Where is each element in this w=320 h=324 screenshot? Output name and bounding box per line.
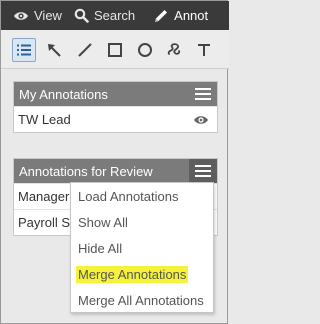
view-tab[interactable]: View <box>1 1 62 30</box>
search-tab-label: Search <box>93 8 136 23</box>
menu-item-label: Show All <box>78 214 128 230</box>
freehand-tool[interactable] <box>162 38 186 62</box>
eye-visibility-icon[interactable] <box>193 114 209 126</box>
eye-icon <box>14 11 28 20</box>
menu-item-merge-annotations[interactable]: Merge Annotations <box>71 261 213 287</box>
my-annotations-header: My Annotations <box>14 82 217 106</box>
annotations-dropdown-menu: Load Annotations Show All Hide All Merge… <box>70 182 214 313</box>
search-tab[interactable]: Search <box>62 1 135 30</box>
review-row-label: Payroll S <box>18 215 71 230</box>
rectangle-icon <box>108 43 122 57</box>
annotate-tab-label: Annot <box>174 8 209 23</box>
annotation-toolbar <box>1 30 229 69</box>
arrow-icon <box>48 44 61 57</box>
arrow-tool[interactable] <box>42 38 66 62</box>
menu-item-show-all[interactable]: Show All <box>71 209 213 235</box>
search-icon <box>74 8 89 23</box>
annotation-row[interactable]: TW Lead <box>14 106 217 132</box>
menu-item-hide-all[interactable]: Hide All <box>71 235 213 261</box>
text-tool[interactable] <box>192 38 216 62</box>
review-annotations-title: Annotations for Review <box>19 163 153 179</box>
menu-item-merge-all-annotations[interactable]: Merge All Annotations <box>71 287 213 313</box>
text-icon <box>198 44 210 56</box>
annotate-tab[interactable]: Annot <box>135 1 208 30</box>
menu-item-load-annotations[interactable]: Load Annotations <box>71 183 213 209</box>
hamburger-icon <box>195 165 211 177</box>
pencil-icon <box>155 9 168 22</box>
list-select-tool[interactable] <box>12 38 36 62</box>
menu-item-label: Merge All Annotations <box>78 292 204 308</box>
review-annotations-menu-button[interactable] <box>189 159 217 183</box>
review-row-label: Manager <box>18 189 70 204</box>
hamburger-icon <box>195 88 211 100</box>
my-annotations-panel: My Annotations TW Lead <box>13 81 218 133</box>
line-tool[interactable] <box>73 38 97 62</box>
menu-item-label: Hide All <box>78 240 123 256</box>
rectangle-tool[interactable] <box>103 38 127 62</box>
my-annotations-title: My Annotations <box>19 86 108 102</box>
view-tab-label: View <box>34 8 62 23</box>
line-icon <box>78 43 92 57</box>
menu-item-label: Load Annotations <box>78 188 179 204</box>
ellipse-icon <box>138 43 152 57</box>
ellipse-tool[interactable] <box>133 38 157 62</box>
list-select-icon <box>17 44 31 56</box>
menu-item-label: Merge Annotations <box>76 265 189 283</box>
top-nav-bar: View Search Annot <box>1 1 229 30</box>
annotation-row-label: TW Lead <box>18 112 71 127</box>
review-annotations-header: Annotations for Review <box>14 159 217 183</box>
freehand-icon <box>167 43 181 55</box>
my-annotations-menu-button[interactable] <box>189 82 217 106</box>
